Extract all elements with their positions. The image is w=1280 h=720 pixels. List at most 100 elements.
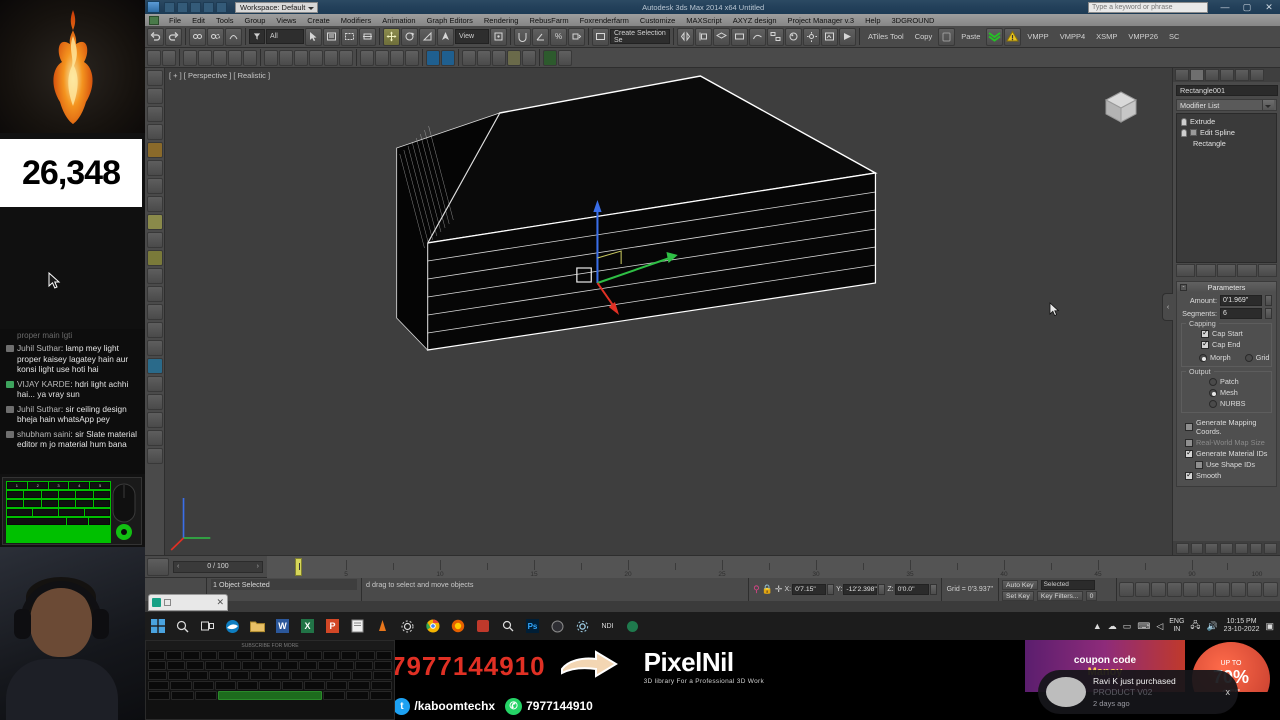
- cap-end-checkbox-row[interactable]: Cap End: [1185, 339, 1268, 350]
- amount-spinner[interactable]: [1265, 295, 1272, 306]
- vmpp-button[interactable]: VMPP: [1022, 32, 1053, 41]
- viewport-label[interactable]: [ + ] [ Perspective ] [ Realistic ]: [169, 71, 270, 80]
- smooth-row[interactable]: Smooth: [1181, 470, 1272, 481]
- warning-button[interactable]: [1004, 27, 1022, 46]
- photoshop-tray-icon[interactable]: Ps: [520, 613, 545, 639]
- timeline-track[interactable]: 5 10 15 20 25 30 35 40 45 90 100: [267, 555, 1280, 578]
- next-frame-button[interactable]: [1167, 582, 1182, 597]
- clone-tool-button[interactable]: [243, 49, 257, 66]
- sketchup-icon[interactable]: [470, 613, 495, 639]
- mesh-radio-row[interactable]: Mesh: [1185, 387, 1268, 398]
- main-toolbar[interactable]: All View % Create Selection Se ATiles To…: [145, 26, 1280, 48]
- vtool-rotate-button[interactable]: [146, 106, 163, 122]
- modifier-list-dropdown[interactable]: Modifier List: [1176, 99, 1277, 111]
- menu-file[interactable]: File: [164, 15, 186, 26]
- render-setup-button[interactable]: [803, 27, 820, 46]
- morph-radio[interactable]: [1199, 353, 1207, 362]
- select-and-scale-button[interactable]: [419, 27, 436, 46]
- panel-collapse-handle[interactable]: ‹: [1162, 293, 1173, 321]
- daylight-system-button[interactable]: [522, 49, 536, 66]
- download-green-button[interactable]: [986, 27, 1004, 46]
- time-configuration-button[interactable]: [1199, 582, 1214, 597]
- popup-notification-window[interactable]: ✕: [148, 594, 228, 611]
- paste-icon-button[interactable]: [938, 27, 956, 46]
- perspective-viewport[interactable]: [ + ] [ Perspective ] [ Realistic ]: [165, 68, 1172, 555]
- modifier-stack-buttons[interactable]: [1176, 264, 1278, 277]
- toggle-ribbon-button[interactable]: [731, 27, 748, 46]
- previous-frame-button[interactable]: [1135, 582, 1150, 597]
- orbit-button[interactable]: [1249, 542, 1263, 554]
- grid-radio[interactable]: [1244, 353, 1253, 362]
- cap-end-checkbox[interactable]: [1201, 339, 1209, 349]
- menu-create[interactable]: Create: [302, 15, 335, 26]
- battery-icon[interactable]: ▭: [1123, 621, 1132, 632]
- pan-nav-button[interactable]: [1231, 582, 1246, 597]
- key-number-field[interactable]: 0: [1085, 590, 1098, 601]
- menu-3dground[interactable]: 3DGROUND: [887, 15, 940, 26]
- object-name-row[interactable]: [1176, 85, 1278, 96]
- location-icon[interactable]: ◁: [1156, 621, 1163, 632]
- quick-access-toolbar[interactable]: [164, 1, 227, 13]
- auto-key-button[interactable]: Auto Key: [1002, 579, 1038, 590]
- zoom-nav-button[interactable]: [1215, 582, 1230, 597]
- view-cube-icon[interactable]: [1098, 86, 1144, 128]
- extras-toolbar-button-1[interactable]: [147, 49, 161, 66]
- command-panel[interactable]: ‹ Modifier List: [1162, 68, 1280, 555]
- task-view-icon[interactable]: [195, 613, 220, 639]
- maximize-viewport-toggle-button[interactable]: [1264, 542, 1278, 554]
- configure-modifier-sets-button[interactable]: [1257, 264, 1278, 277]
- command-panel-tabs[interactable]: [1173, 68, 1280, 82]
- vtool-camera-button[interactable]: [146, 376, 163, 392]
- current-frame-display[interactable]: ‹ 0 / 100 ›: [173, 560, 263, 573]
- tab-hierarchy[interactable]: [1205, 69, 1219, 81]
- select-and-rotate-button[interactable]: [401, 27, 418, 46]
- object-name-input[interactable]: [1176, 85, 1278, 96]
- vtool-isolate-button[interactable]: [146, 340, 163, 356]
- word-icon[interactable]: W: [270, 613, 295, 639]
- undo-tool-button[interactable]: [147, 27, 164, 46]
- firefox-icon[interactable]: [445, 613, 470, 639]
- timeline-key-mode-button[interactable]: [147, 557, 169, 576]
- torus-primitive-button[interactable]: [309, 49, 323, 66]
- bind-space-warp-button[interactable]: [225, 27, 242, 46]
- left-vertical-toolbar[interactable]: [145, 68, 165, 555]
- arc-tool-button[interactable]: [405, 49, 419, 66]
- show-hidden-icons[interactable]: ▲: [1093, 621, 1102, 631]
- stack-item-extrude[interactable]: Extrude: [1179, 116, 1274, 127]
- tab-motion[interactable]: [1220, 69, 1234, 81]
- menu-group[interactable]: Group: [240, 15, 271, 26]
- zoom-extents-button[interactable]: [1205, 542, 1219, 554]
- plane-primitive-button[interactable]: [339, 49, 353, 66]
- field-of-view-button[interactable]: [1220, 542, 1233, 554]
- chrome-icon[interactable]: [420, 613, 445, 639]
- vray-render-button[interactable]: [426, 49, 440, 66]
- viewport-navigation-controls[interactable]: [1173, 541, 1280, 555]
- vtool-group-button[interactable]: [146, 322, 163, 338]
- key-controls[interactable]: Auto Key Selected Set Key Key Filters...…: [998, 578, 1116, 601]
- segments-spinner[interactable]: [1265, 308, 1272, 319]
- save-file-button[interactable]: [190, 1, 201, 13]
- timeline-bar[interactable]: ‹ 0 / 100 › 5 10 15 20 25 30 35 40 45 90…: [145, 555, 1280, 578]
- box-primitive-button[interactable]: [264, 49, 278, 66]
- key-filters-button[interactable]: Key Filters...: [1036, 590, 1083, 601]
- network-icon[interactable]: 🖧: [1190, 618, 1200, 634]
- mirror-button[interactable]: [677, 27, 694, 46]
- set-key-row[interactable]: Set Key Key Filters... 0: [1002, 590, 1113, 601]
- array-tool-button[interactable]: [213, 49, 227, 66]
- vtool-render-button[interactable]: [146, 232, 163, 248]
- vmpp26-button[interactable]: VMPP26: [1123, 32, 1163, 41]
- x-value[interactable]: 0'7.15": [792, 584, 827, 595]
- language-indicator[interactable]: ENG IN: [1169, 618, 1184, 635]
- make-unique-button[interactable]: [1216, 264, 1237, 277]
- light-tool-button[interactable]: [462, 49, 476, 66]
- z-value[interactable]: 0'0.0": [894, 584, 929, 595]
- excel-icon[interactable]: X: [295, 613, 320, 639]
- vtool-grid-button[interactable]: [146, 286, 163, 302]
- menu-graph-editors[interactable]: Graph Editors: [422, 15, 478, 26]
- vtool-snap-button[interactable]: [146, 268, 163, 284]
- settings-gear-icon[interactable]: [395, 613, 420, 639]
- show-end-result-button[interactable]: [1196, 264, 1216, 277]
- xsmp-button[interactable]: XSMP: [1091, 32, 1122, 41]
- cone-primitive-button[interactable]: [324, 49, 338, 66]
- named-selection-sets-field[interactable]: Create Selection Se: [610, 29, 670, 44]
